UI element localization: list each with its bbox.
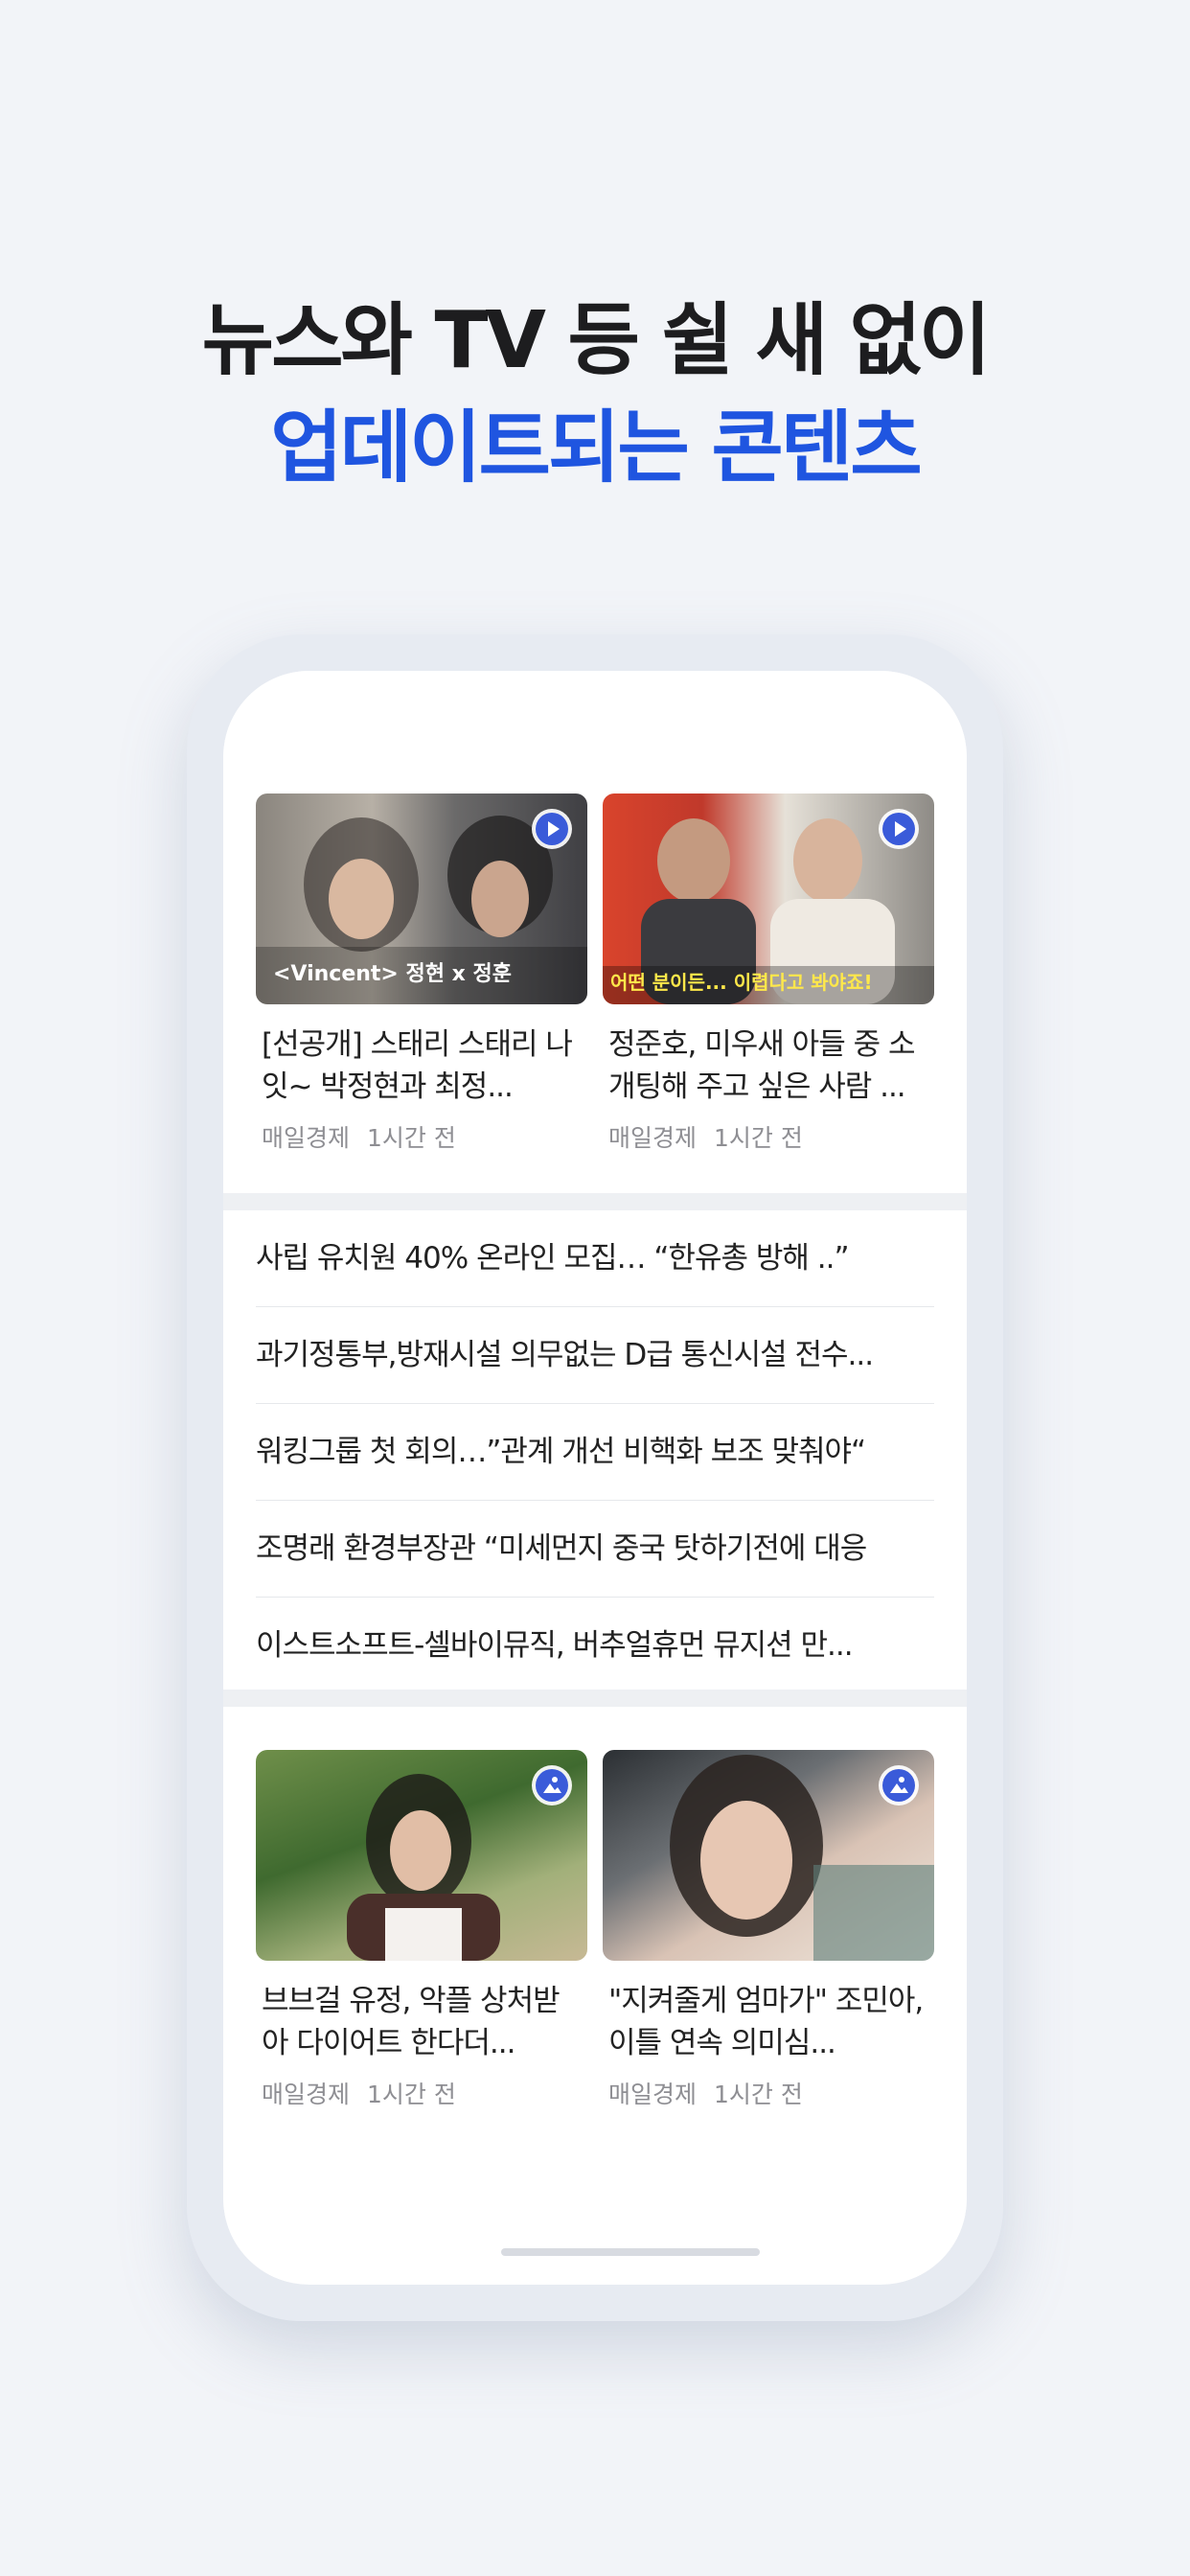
image-icon	[879, 1765, 919, 1806]
video-card[interactable]: <Vincent> 정현 x 정훈 [선공개] 스태리 스태리 나잇~ 박정현과…	[256, 794, 587, 1154]
section-divider	[223, 1690, 967, 1707]
headline-line-1: 뉴스와 TV 등 쉴 새 없이	[201, 295, 992, 386]
phone-screen: <Vincent> 정현 x 정훈 [선공개] 스태리 스태리 나잇~ 박정현과…	[223, 671, 967, 2285]
video-card-title: 정준호, 미우새 아들 중 소개팅해 주고 싶은 사람 ...	[608, 1027, 915, 1104]
news-list-section: 사립 유치원 40% 온라인 모집… “한유총 방해 ..” 과기정통부,방재시…	[223, 1210, 967, 1690]
card-time: 1시간 전	[367, 1124, 456, 1152]
video-card-meta: 매일경제 1시간 전	[603, 1119, 934, 1154]
card-source: 매일경제	[608, 1124, 698, 1152]
video-card-meta: 매일경제 1시간 전	[256, 1119, 587, 1154]
image-icon	[532, 1765, 572, 1806]
card-time: 1시간 전	[714, 1124, 803, 1152]
news-list-item[interactable]: 사립 유치원 40% 온라인 모집… “한유총 방해 ..”	[256, 1210, 934, 1307]
video-overlay-text: 어떤 분이든... 이렵다고 봐야죠!	[610, 971, 873, 994]
news-list-item[interactable]: 조명래 환경부장관 “미세먼지 중국 탓하기전에 대응	[256, 1501, 934, 1598]
card-time: 1시간 전	[714, 2081, 803, 2108]
video-thumbnail: 어떤 분이든... 이렵다고 봐야죠!	[603, 794, 934, 1004]
headline-line-2: 업데이트되는 콘텐츠	[270, 402, 923, 494]
play-icon	[879, 809, 919, 849]
news-list-item[interactable]: 이스트소프트-셀바이뮤직, 버추얼휴먼 뮤지션 만...	[256, 1598, 934, 1693]
video-thumbnail: <Vincent> 정현 x 정훈	[256, 794, 587, 1004]
photo-section: 브브걸 유정, 악플 상처받아 다이어트 한다더... 매일경제 1시간 전 "…	[223, 1707, 967, 2282]
play-icon	[532, 809, 572, 849]
photo-card-meta: 매일경제 1시간 전	[603, 2076, 934, 2110]
photo-thumbnail	[256, 1750, 587, 1961]
video-section: <Vincent> 정현 x 정훈 [선공개] 스태리 스태리 나잇~ 박정현과…	[223, 671, 967, 1193]
card-time: 1시간 전	[367, 2081, 456, 2108]
phone-mockup: <Vincent> 정현 x 정훈 [선공개] 스태리 스태리 나잇~ 박정현과…	[187, 634, 1003, 2321]
video-card[interactable]: 어떤 분이든... 이렵다고 봐야죠! 정준호, 미우새 아들 중 소개팅해 주…	[603, 794, 934, 1154]
home-indicator	[501, 2248, 760, 2256]
photo-card-title: "지켜줄게 엄마가" 조민아, 이틀 연속 의미심...	[608, 1984, 924, 2060]
promo-headline: 뉴스와 TV 등 쉴 새 없이 업데이트되는 콘텐츠	[0, 288, 1190, 502]
section-divider	[223, 1193, 967, 1210]
photo-card-title: 브브걸 유정, 악플 상처받아 다이어트 한다더...	[262, 1984, 561, 2060]
video-card-title: [선공개] 스태리 스태리 나잇~ 박정현과 최정...	[262, 1027, 573, 1104]
video-overlay-text: <Vincent> 정현 x 정훈	[273, 962, 512, 986]
photo-card-meta: 매일경제 1시간 전	[256, 2076, 587, 2110]
card-source: 매일경제	[262, 2081, 351, 2108]
photo-card[interactable]: 브브걸 유정, 악플 상처받아 다이어트 한다더... 매일경제 1시간 전	[256, 1750, 587, 2110]
card-source: 매일경제	[608, 2081, 698, 2108]
card-source: 매일경제	[262, 1124, 351, 1152]
photo-thumbnail	[603, 1750, 934, 1961]
news-list-item[interactable]: 과기정통부,방재시설 의무없는 D급 통신시설 전수...	[256, 1307, 934, 1404]
photo-card[interactable]: "지켜줄게 엄마가" 조민아, 이틀 연속 의미심... 매일경제 1시간 전	[603, 1750, 934, 2110]
news-list-item[interactable]: 워킹그룹 첫 회의…”관계 개선 비핵화 보조 맞춰야“	[256, 1404, 934, 1501]
